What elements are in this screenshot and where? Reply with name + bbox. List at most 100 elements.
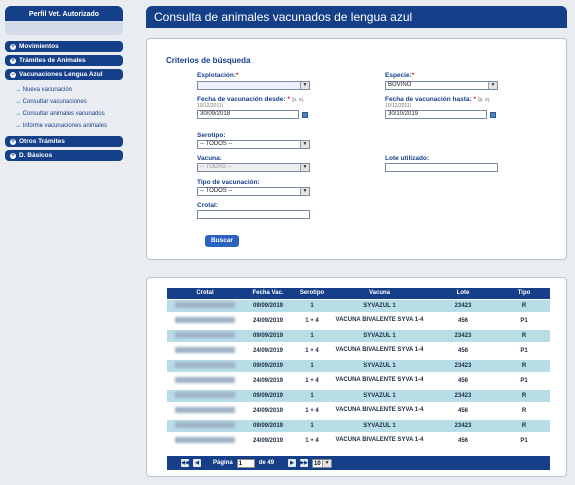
table-header-row: Crotal Fecha Vac. Serotipo Vacuna Lote T… xyxy=(167,288,550,299)
menu-item-label: Trámites de Animales xyxy=(19,57,86,64)
redacted-crotal xyxy=(175,376,235,383)
menu-item-vacunaciones-lengua-azul[interactable]: − Vacunaciones Lengua Azul xyxy=(5,69,123,80)
search-panel: Criterios de búsqueda Explotación:* ▼ Es… xyxy=(146,38,567,260)
submenu-item-consultar-vacunaciones[interactable]: → Consultar vacunaciones xyxy=(15,96,123,108)
crotal-cell xyxy=(167,371,243,389)
especie-value: BOVINO xyxy=(388,82,412,88)
fecha-desde-input[interactable]: 30/09/2018 xyxy=(197,110,299,119)
vacuna-cell: VACUNA BIVALENTE SYVA 1-4 xyxy=(331,371,428,389)
vacuna-cell: VACUNA BIVALENTE SYVA 1-4 xyxy=(331,341,428,359)
serotipo-cell: 1 + 4 xyxy=(293,311,331,329)
redacted-crotal xyxy=(175,361,235,368)
page-title: Consulta de animales vacunados de lengua… xyxy=(146,6,567,28)
table-row[interactable]: 24/09/2019 1 + 4 VACUNA BIVALENTE SYVA 1… xyxy=(167,401,550,419)
lote-input[interactable] xyxy=(385,163,498,172)
explotacion-label: Explotación:* xyxy=(197,72,239,79)
serotipo-cell: 1 xyxy=(293,388,331,402)
menu-item-otros-tramites[interactable]: + Otros Trámites xyxy=(5,136,123,147)
lote-cell: 456 xyxy=(428,401,498,419)
search-title: Criterios de búsqueda xyxy=(166,56,251,65)
crotal-label: Crotal: xyxy=(197,202,218,209)
menu-item-movimientos[interactable]: + Movimientos xyxy=(5,41,123,52)
crotal-cell xyxy=(167,418,243,432)
chevron-down-icon: ▼ xyxy=(300,188,309,195)
chevron-down-icon: ▼ xyxy=(300,164,309,171)
results-panel: Crotal Fecha Vac. Serotipo Vacuna Lote T… xyxy=(146,277,567,477)
plus-icon: + xyxy=(10,43,16,50)
serotipo-value: -- TODOS -- xyxy=(200,141,233,147)
fecha-cell: 24/09/2019 xyxy=(243,311,293,329)
right-arrow-icon[interactable]: ▶ xyxy=(288,459,297,467)
buscar-button[interactable]: Buscar xyxy=(205,235,239,247)
column-header-vacuna[interactable]: Vacuna xyxy=(331,288,428,299)
fecha-hasta-example: 10/12/2011) xyxy=(385,103,412,109)
submenu-item-informe-vacunaciones[interactable]: → Informe vacunaciones animales xyxy=(15,120,123,132)
fecha-cell: 09/09/2019 xyxy=(243,358,293,372)
crotal-cell xyxy=(167,311,243,329)
fecha-desde-label: Fecha de vacunación desde: * (p. ej. xyxy=(197,96,305,103)
page-label: Página xyxy=(213,460,233,466)
crotal-cell xyxy=(167,388,243,402)
serotipo-cell: 1 + 4 xyxy=(293,401,331,419)
calendar-icon[interactable] xyxy=(490,112,496,118)
vacuna-cell: VACUNA BIVALENTE SYVA 1-4 xyxy=(331,401,428,419)
menu-item-tramites-animales[interactable]: + Trámites de Animales xyxy=(5,55,123,66)
tipo-value: -- TODOS -- xyxy=(200,188,233,194)
fecha-hasta-input[interactable]: 30/10/2019 xyxy=(385,110,487,119)
table-row[interactable]: 09/09/2019 1 SYVAZUL 1 23423 R xyxy=(167,298,550,312)
column-header-tipo[interactable]: Tipo xyxy=(498,288,550,299)
table-row[interactable]: 24/09/2019 1 + 4 VACUNA BIVALENTE SYVA 1… xyxy=(167,311,550,329)
calendar-icon[interactable] xyxy=(302,112,308,118)
table-row[interactable]: 09/09/2019 1 SYVAZUL 1 23423 R xyxy=(167,358,550,372)
profile-title: Perfil Vet. Autorizado xyxy=(5,6,123,21)
double-right-arrow-icon[interactable]: ▶▶ xyxy=(300,459,309,467)
plus-icon: + xyxy=(10,138,16,145)
tipo-cell: P1 xyxy=(498,341,550,359)
fecha-cell: 09/09/2019 xyxy=(243,388,293,402)
vacuna-cell: SYVAZUL 1 xyxy=(331,298,428,312)
menu-item-label: Movimientos xyxy=(19,43,59,50)
vacuna-cell: VACUNA BIVALENTE SYVA 1-4 xyxy=(331,311,428,329)
vacuna-select[interactable]: -- TODAS -- ▼ xyxy=(197,163,310,172)
vacuna-cell: VACUNA BIVALENTE SYVA 1-4 xyxy=(331,431,428,449)
table-row[interactable]: 09/09/2019 1 SYVAZUL 1 23423 R xyxy=(167,328,550,342)
fecha-cell: 24/09/2019 xyxy=(243,431,293,449)
vacuna-cell: SYVAZUL 1 xyxy=(331,358,428,372)
lote-cell: 23423 xyxy=(428,358,498,372)
table-row[interactable]: 09/09/2019 1 SYVAZUL 1 23423 R xyxy=(167,418,550,432)
serotipo-cell: 1 + 4 xyxy=(293,341,331,359)
double-left-arrow-icon[interactable]: ◀◀ xyxy=(181,459,189,467)
redacted-crotal xyxy=(175,346,235,353)
column-header-crotal[interactable]: Crotal xyxy=(167,288,243,299)
vacuna-cell: SYVAZUL 1 xyxy=(331,388,428,402)
submenu-item-nueva-vacunacion[interactable]: → Nueva vacunación xyxy=(15,84,123,96)
menu-item-d-basicos[interactable]: + D. Básicos xyxy=(5,150,123,161)
redacted-crotal xyxy=(175,421,235,428)
submenu: → Nueva vacunación → Consultar vacunacio… xyxy=(5,83,123,136)
especie-label: Especie:* xyxy=(385,72,415,79)
tipo-vacunacion-select[interactable]: -- TODOS -- ▼ xyxy=(197,187,310,196)
table-row[interactable]: 09/09/2019 1 SYVAZUL 1 23423 R xyxy=(167,388,550,402)
fecha-cell: 24/09/2019 xyxy=(243,371,293,389)
fecha-cell: 09/09/2019 xyxy=(243,298,293,312)
lote-cell: 456 xyxy=(428,341,498,359)
serotipo-select[interactable]: -- TODOS -- ▼ xyxy=(197,140,310,149)
table-row[interactable]: 24/09/2019 1 + 4 VACUNA BIVALENTE SYVA 1… xyxy=(167,431,550,449)
column-header-serotipo[interactable]: Serotipo xyxy=(293,288,331,299)
crotal-input[interactable] xyxy=(197,210,310,219)
page-input[interactable]: 1 xyxy=(236,458,255,468)
crotal-cell xyxy=(167,298,243,312)
table-row[interactable]: 24/09/2019 1 + 4 VACUNA BIVALENTE SYVA 1… xyxy=(167,341,550,359)
left-arrow-icon[interactable]: ◀ xyxy=(193,459,201,467)
page-size-select[interactable]: 10 ▼ xyxy=(312,458,333,468)
submenu-item-consultar-animales[interactable]: → Consultar animales vacunados xyxy=(15,108,123,120)
explotacion-select[interactable]: ▼ xyxy=(197,81,310,90)
column-header-lote[interactable]: Lote xyxy=(428,288,498,299)
table-row[interactable]: 24/09/2019 1 + 4 VACUNA BIVALENTE SYVA 1… xyxy=(167,371,550,389)
tipo-cell: P1 xyxy=(498,371,550,389)
especie-select[interactable]: BOVINO ▼ xyxy=(385,81,498,90)
tipo-cell: R xyxy=(498,401,550,419)
fecha-desde-example: 10/12/2011) xyxy=(197,103,224,109)
crotal-cell xyxy=(167,341,243,359)
column-header-fecha[interactable]: Fecha Vac. xyxy=(243,288,293,299)
